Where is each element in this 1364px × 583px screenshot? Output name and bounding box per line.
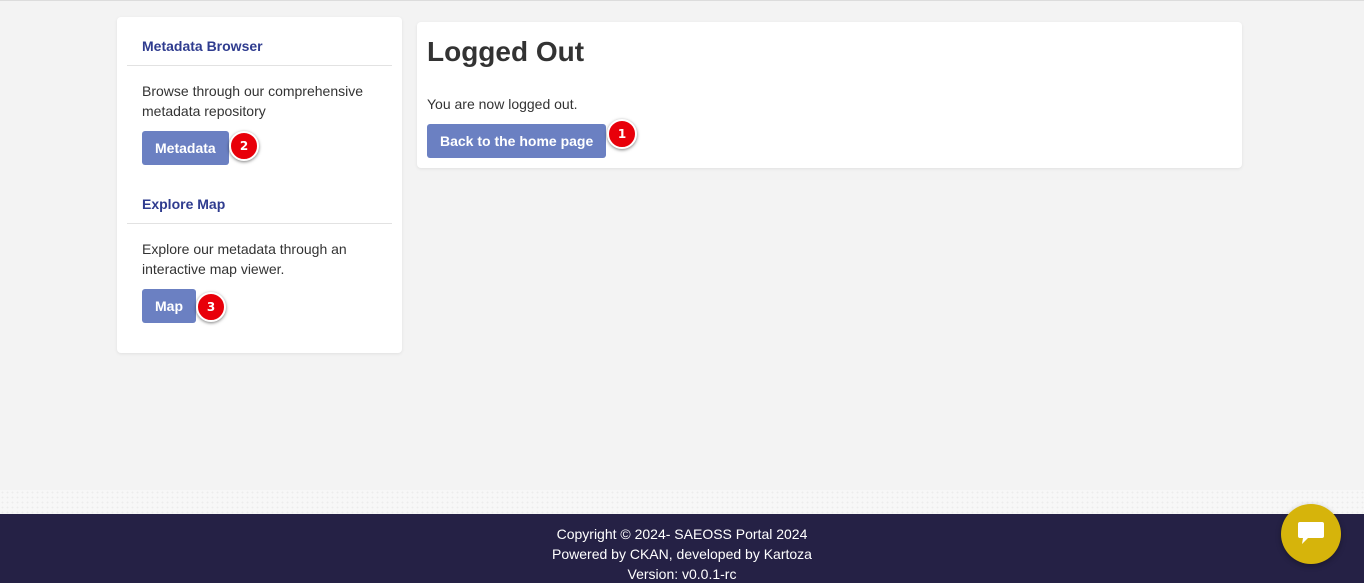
chat-bubble-icon	[1298, 522, 1324, 544]
explore-map-title: Explore Map	[142, 196, 226, 212]
footer-copyright: Copyright © 2024- SAEOSS Portal 2024	[556, 526, 808, 542]
map-button[interactable]: Map	[142, 289, 196, 323]
sidebar: Metadata Browser Browse through our comp…	[117, 17, 402, 353]
chat-button[interactable]	[1281, 504, 1341, 564]
divider	[127, 65, 392, 66]
page-title: Logged Out	[427, 36, 585, 67]
explore-map-description: Explore our metadata through an interact…	[142, 241, 347, 277]
main-panel: Logged Out You are now logged out. Back …	[417, 22, 1242, 168]
logout-message: You are now logged out.	[427, 96, 578, 112]
annotation-badge-2: 2	[229, 131, 259, 161]
divider	[127, 223, 392, 224]
footer-pattern-band	[0, 490, 1364, 514]
metadata-button[interactable]: Metadata	[142, 131, 229, 165]
metadata-browser-description: Browse through our comprehensive metadat…	[142, 83, 364, 119]
metadata-browser-title: Metadata Browser	[142, 38, 263, 54]
footer: Copyright © 2024- SAEOSS Portal 2024 Pow…	[0, 514, 1364, 583]
back-home-button[interactable]: Back to the home page	[427, 124, 607, 158]
footer-version: Version: v0.0.1-rc	[627, 566, 737, 582]
footer-powered-by: Powered by CKAN, developed by Kartoza	[552, 546, 812, 562]
annotation-badge-1: 1	[607, 119, 637, 149]
annotation-badge-3: 3	[196, 292, 226, 322]
top-border	[0, 0, 1364, 1]
